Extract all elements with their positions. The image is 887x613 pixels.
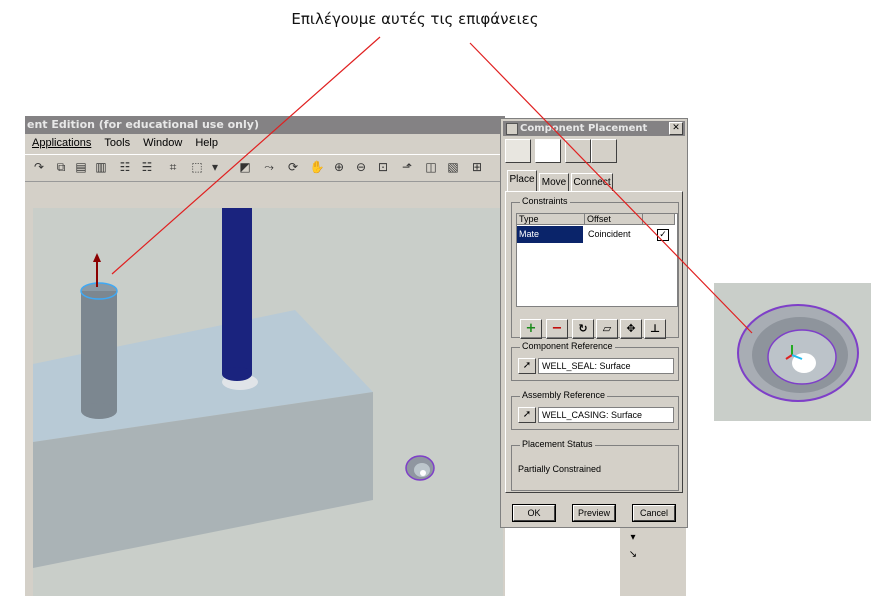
- callout-lines: [111, 36, 753, 334]
- callout-line-right: [469, 42, 753, 334]
- callout-line-left: [111, 36, 381, 275]
